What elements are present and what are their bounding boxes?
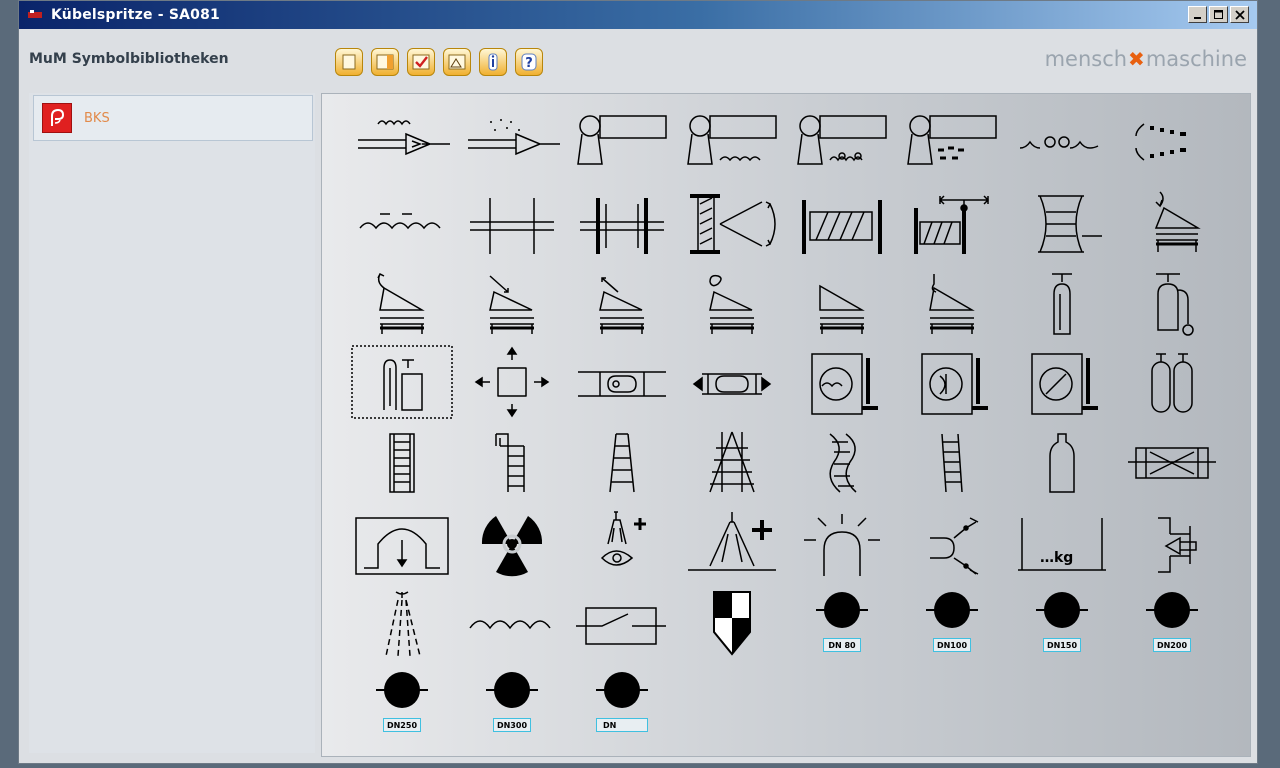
- logo-mark-icon: ✖: [1128, 47, 1145, 71]
- checkmark-icon-button[interactable]: [407, 48, 435, 76]
- foam-nozzle-symbol[interactable]: [350, 104, 454, 180]
- extinguisher-with-gauge-symbol[interactable]: [1120, 264, 1224, 340]
- ladder-2-symbol[interactable]: [460, 424, 564, 500]
- window-title: Kübelspritze - SA081: [51, 7, 220, 23]
- dn-label: DN: [596, 718, 648, 732]
- rotary-gauge-symbol[interactable]: [1010, 344, 1114, 420]
- dn-label: DN200: [1153, 638, 1191, 652]
- panel-icon-button[interactable]: [371, 48, 399, 76]
- stepladder-symbol[interactable]: [570, 424, 674, 500]
- eye-wash-symbol[interactable]: [570, 504, 674, 580]
- sprinkler-spray-symbol[interactable]: [350, 584, 454, 660]
- page-icon-button[interactable]: [335, 48, 363, 76]
- fire-alarm-button-symbol[interactable]: [1120, 184, 1224, 260]
- pump-unit-arrows-symbol[interactable]: [680, 344, 784, 420]
- water-spray-symbol[interactable]: [1120, 104, 1224, 180]
- spray-monitor-symbol[interactable]: [900, 104, 1004, 180]
- manual-call-point-5-symbol[interactable]: [790, 264, 894, 340]
- leaning-ladder-symbol[interactable]: [900, 424, 1004, 500]
- scale-weight-kg-symbol[interactable]: …kg: [1010, 504, 1114, 580]
- connector-symbol[interactable]: [900, 504, 1004, 580]
- dn-label: DN300: [493, 718, 531, 732]
- valve-box-symbol[interactable]: [1120, 424, 1224, 500]
- company-logo: mensch ✖ maschine: [1045, 47, 1247, 71]
- water-wave-symbol[interactable]: [460, 584, 564, 660]
- pipe-dn80-symbol[interactable]: DN 80: [790, 584, 894, 660]
- cable-drum-symbol[interactable]: [790, 184, 894, 260]
- info-icon-button[interactable]: [479, 48, 507, 76]
- switch-symbol[interactable]: [570, 584, 674, 660]
- manual-call-point-2-symbol[interactable]: [460, 264, 564, 340]
- svg-text:?: ?: [525, 56, 533, 71]
- pump-unit-symbol[interactable]: [570, 344, 674, 420]
- emergency-shower-symbol[interactable]: [680, 504, 784, 580]
- hourglass-frame-symbol[interactable]: [1010, 184, 1114, 260]
- radioactive-icon[interactable]: [460, 504, 564, 580]
- a-frame-ladder-symbol[interactable]: [680, 424, 784, 500]
- shield-icon[interactable]: [680, 584, 784, 660]
- inlet-arrow-symbol[interactable]: [1120, 504, 1224, 580]
- beacon-light-symbol[interactable]: [790, 504, 894, 580]
- fire-door-symbol[interactable]: [350, 504, 454, 580]
- logo-text-right: maschine: [1145, 47, 1247, 71]
- pipe-dn200-symbol[interactable]: DN200: [1120, 584, 1224, 660]
- pipe-section-symbol[interactable]: [460, 184, 564, 260]
- manual-call-point-3-symbol[interactable]: [570, 264, 674, 340]
- hose-reel-symbol[interactable]: [680, 184, 784, 260]
- manual-call-point-1-symbol[interactable]: [350, 264, 454, 340]
- bottle-symbol[interactable]: [1010, 424, 1114, 500]
- pipe-dn250-symbol[interactable]: DN250: [350, 664, 454, 740]
- water-monitor-symbol[interactable]: [680, 104, 784, 180]
- pressure-tank-gauge-symbol[interactable]: [900, 344, 1004, 420]
- gas-cylinder-symbol[interactable]: [1010, 264, 1114, 340]
- spray-nozzle-symbol[interactable]: [460, 104, 564, 180]
- manual-call-point-6-symbol[interactable]: [900, 264, 1004, 340]
- dn-label: DN150: [1043, 638, 1081, 652]
- app-icon: [28, 10, 42, 18]
- library-sidebar: BKS: [29, 93, 315, 753]
- twin-cylinders-symbol[interactable]: [1120, 344, 1224, 420]
- library-title: MuM Symbolbibliotheken: [29, 51, 229, 67]
- dn-label: DN250: [383, 718, 421, 732]
- svg-text:…kg: …kg: [1040, 550, 1073, 566]
- image-icon-button[interactable]: [443, 48, 471, 76]
- logo-text-left: mensch: [1044, 47, 1128, 71]
- dn-label: DN 80: [823, 638, 861, 652]
- extinguisher-cabinet-symbol[interactable]: [350, 344, 454, 420]
- toolbar: MuM Symbolbibliotheken ? mensch ✖ maschine: [19, 29, 1257, 91]
- symbol-grid: …kg DN 80 DN100 DN150 DN200 DN250 DN300 …: [321, 93, 1251, 757]
- monitor-symbol[interactable]: [570, 104, 674, 180]
- pipe-dn100-symbol[interactable]: DN100: [900, 584, 1004, 660]
- pipe-dn150-symbol[interactable]: DN150: [1010, 584, 1114, 660]
- distributor-symbol[interactable]: [460, 344, 564, 420]
- pipe-dn-symbol[interactable]: DN: [570, 664, 674, 740]
- fire-protection-icon: [42, 103, 72, 133]
- pipe-flange-symbol[interactable]: [570, 184, 674, 260]
- foam-symbol[interactable]: [1010, 104, 1114, 180]
- maximize-button[interactable]: [1209, 6, 1228, 23]
- manual-call-point-4-symbol[interactable]: [680, 264, 784, 340]
- close-button[interactable]: [1230, 6, 1249, 23]
- water-tank-gauge-symbol[interactable]: [790, 344, 894, 420]
- ladder-1-symbol[interactable]: [350, 424, 454, 500]
- title-bar[interactable]: Kübelspritze - SA081: [19, 1, 1257, 29]
- minimize-button[interactable]: [1188, 6, 1207, 23]
- drum-with-length-symbol[interactable]: [900, 184, 1004, 260]
- sidebar-item-label: BKS: [84, 110, 110, 126]
- dn-label: DN100: [933, 638, 971, 652]
- pipe-dn300-symbol[interactable]: DN300: [460, 664, 564, 740]
- application-window: Kübelspritze - SA081 MuM Symbolbibliothe…: [18, 0, 1258, 764]
- help-icon-button[interactable]: ?: [515, 48, 543, 76]
- water-surface-symbol[interactable]: [350, 184, 454, 260]
- sidebar-item-bks[interactable]: BKS: [33, 95, 313, 141]
- foam-monitor-symbol[interactable]: [790, 104, 894, 180]
- rope-ladder-symbol[interactable]: [790, 424, 894, 500]
